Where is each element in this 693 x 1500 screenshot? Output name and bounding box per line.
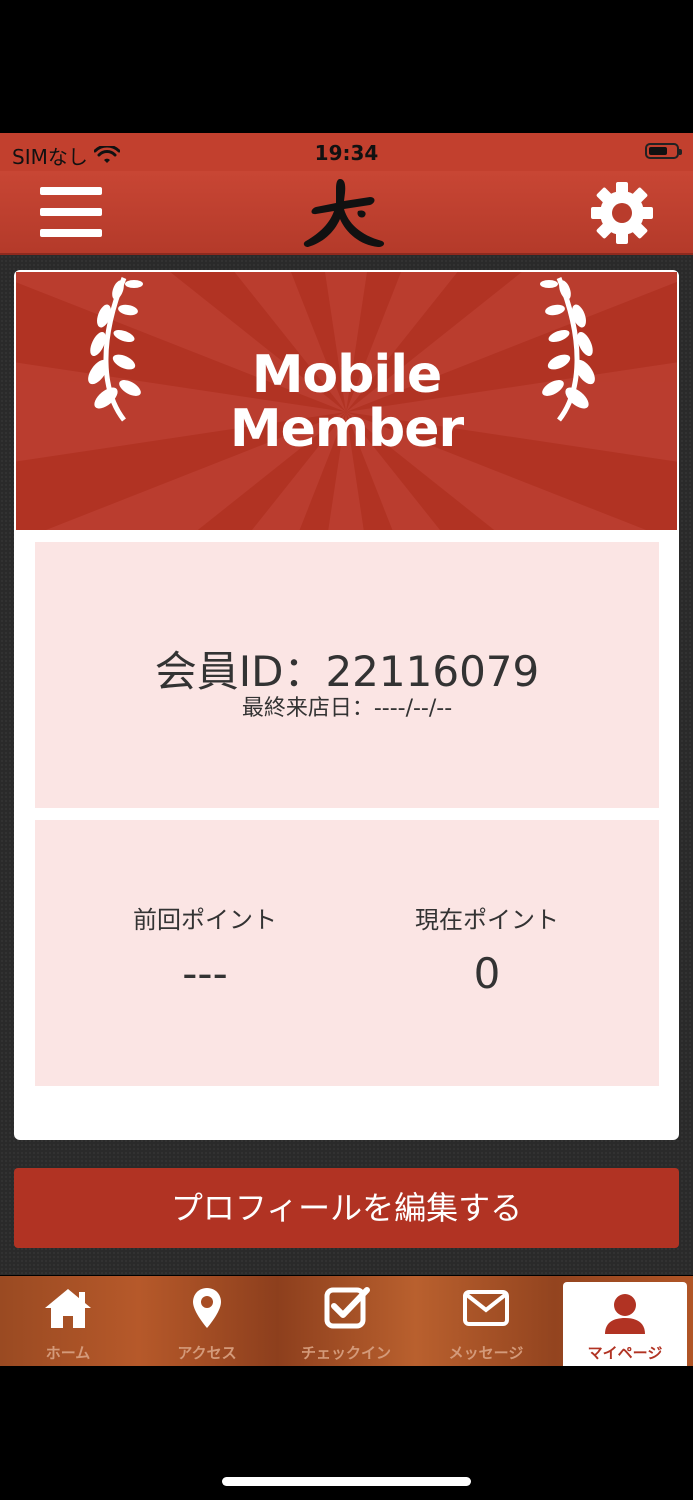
home-icon xyxy=(45,1289,91,1328)
tab-home-label: ホーム xyxy=(45,1344,91,1362)
settings-gear-icon[interactable] xyxy=(590,181,654,245)
map-pin-icon xyxy=(193,1288,221,1328)
current-points-value: 0 xyxy=(473,949,501,998)
clock: 19:34 xyxy=(314,141,379,165)
edit-profile-button[interactable]: プロフィールを編集する xyxy=(14,1168,679,1248)
tab-access[interactable]: アクセス xyxy=(145,1276,269,1366)
member-info-panel: 会員ID：22116079 最終来店日：----/--/-- xyxy=(35,542,659,808)
app-screen: SIMなし 19:34 Mobile Member 会員ID：22116079 … xyxy=(0,0,693,1500)
banner-title-line2: Member xyxy=(229,399,464,459)
current-points-label: 現在ポイント xyxy=(415,906,559,934)
bottom-tab-bar: ホーム アクセス チェックイン メッセージ マイページ xyxy=(0,1276,693,1366)
tab-access-label: アクセス xyxy=(177,1344,237,1362)
brand-logo xyxy=(303,179,385,247)
banner-title-line1: Mobile xyxy=(251,345,443,405)
member-banner: Mobile Member xyxy=(16,272,677,530)
checkbox-icon xyxy=(324,1287,370,1329)
points-panel: 前回ポイント --- 現在ポイント 0 xyxy=(35,820,659,1086)
tab-message[interactable]: メッセージ xyxy=(424,1276,548,1366)
tab-home[interactable]: ホーム xyxy=(6,1276,130,1366)
tab-checkin-label: チェックイン xyxy=(300,1344,391,1362)
status-bar: SIMなし 19:34 xyxy=(0,133,693,171)
previous-points: 前回ポイント --- xyxy=(75,900,335,998)
tab-mypage-label: マイページ xyxy=(587,1344,663,1362)
current-points: 現在ポイント 0 xyxy=(357,900,617,998)
tab-checkin[interactable]: チェックイン xyxy=(284,1276,408,1366)
user-icon xyxy=(605,1294,645,1334)
app-header xyxy=(0,171,693,255)
tab-message-label: メッセージ xyxy=(448,1344,524,1362)
last-visit-date: 最終来店日：----/--/-- xyxy=(241,696,453,721)
member-card: Mobile Member 会員ID：22116079 最終来店日：----/-… xyxy=(14,270,679,1140)
envelope-icon xyxy=(463,1290,509,1326)
menu-button[interactable] xyxy=(40,185,102,239)
home-indicator xyxy=(222,1477,471,1486)
tab-mypage[interactable]: マイページ xyxy=(563,1282,687,1366)
battery-icon xyxy=(645,143,682,159)
previous-points-value: --- xyxy=(182,949,228,998)
previous-points-label: 前回ポイント xyxy=(133,906,277,934)
